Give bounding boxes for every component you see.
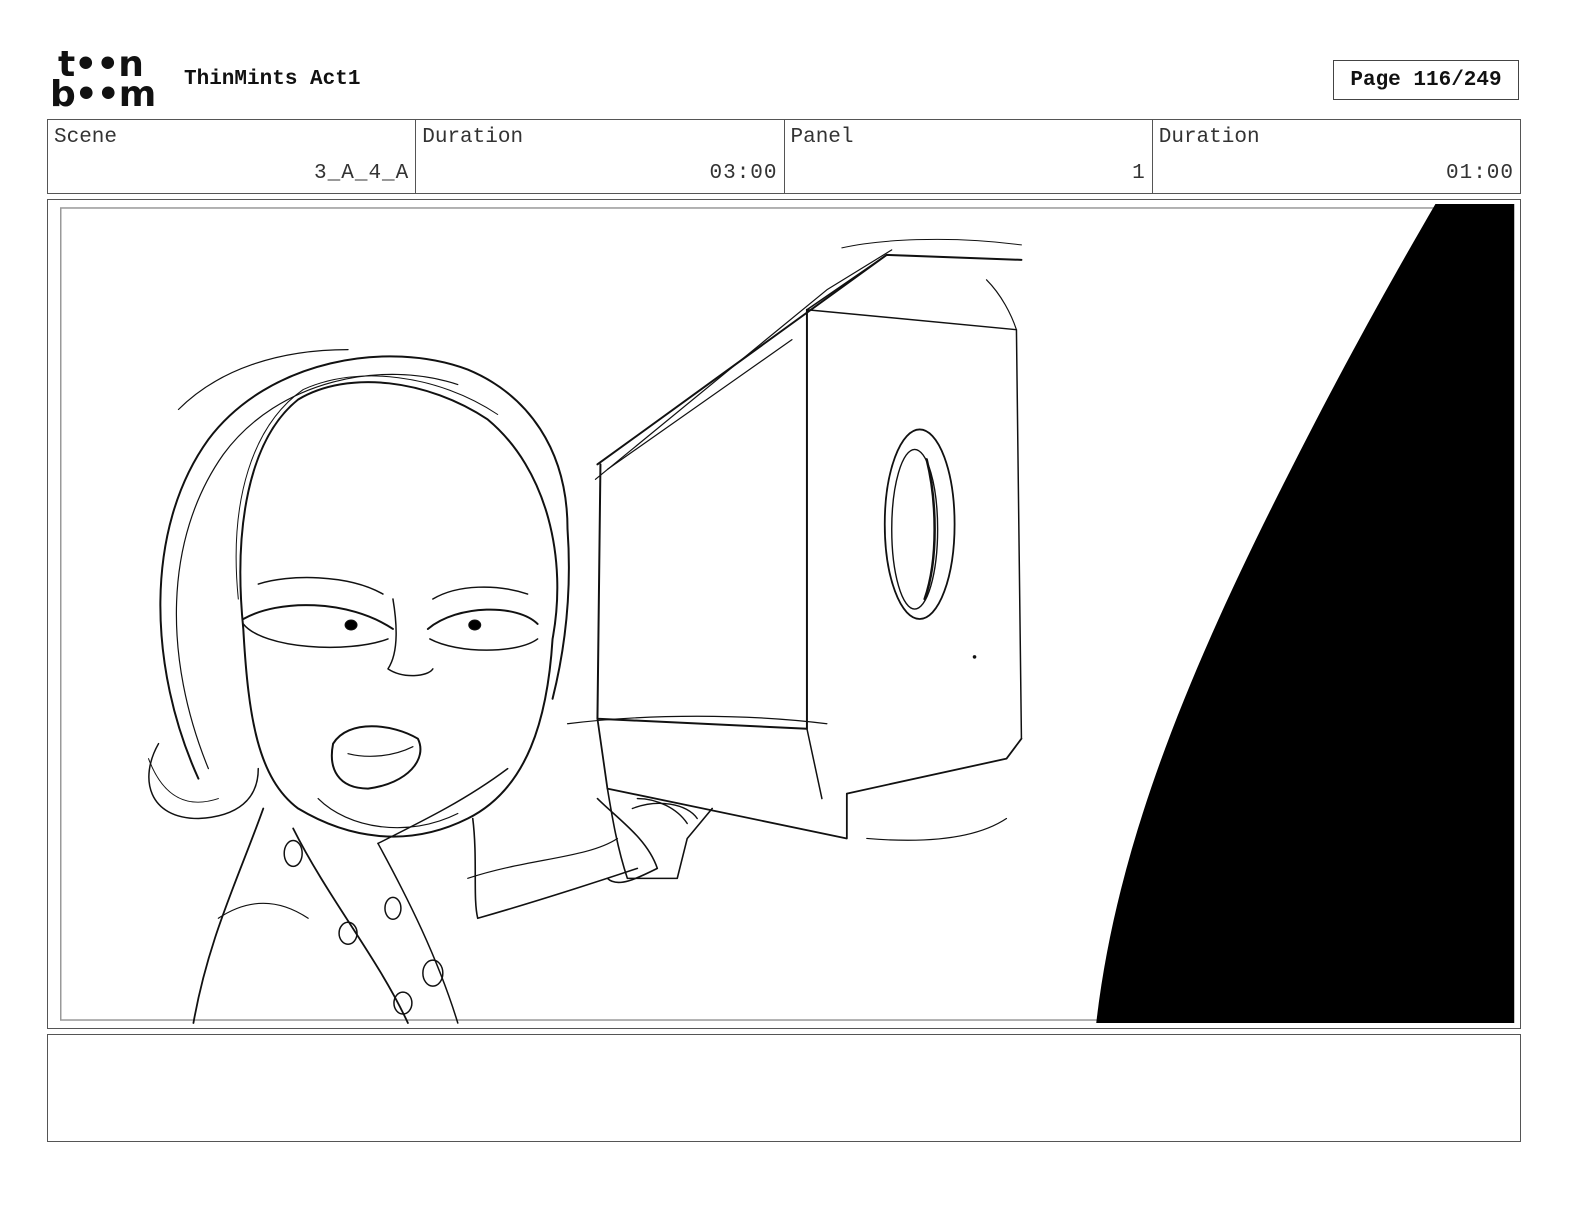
panel-sketch [59,203,1515,1024]
scene-duration-value: 03:00 [709,162,778,185]
panel-label: Panel [790,126,854,149]
panel-notes-box [47,1034,1521,1142]
panel-cell: Panel 1 [785,120,1153,193]
storyboard-panel [47,199,1521,1029]
panel-duration-value: 01:00 [1445,162,1514,185]
panel-duration-label: Duration [1158,126,1260,149]
page-indicator: Page 116/249 [1333,60,1519,100]
scene-label: Scene [54,126,118,149]
toonboom-logo: t••n b••m [50,47,162,115]
gun-sketch [566,238,1023,880]
panel-value: 1 [1132,162,1146,185]
project-title: ThinMints Act1 [184,68,361,91]
logo-line-bottom: b••m [50,74,156,115]
scene-info-table: Scene 3_A_4_A Duration 03:00 Panel 1 Dur… [47,119,1521,194]
scene-value: 3_A_4_A [314,162,410,185]
scene-cell: Scene 3_A_4_A [48,120,417,193]
foreground-silhouette [1096,203,1515,1024]
scene-duration-cell: Duration 03:00 [416,120,785,193]
scene-duration-label: Duration [422,126,524,149]
panel-duration-cell: Duration 01:00 [1153,120,1520,193]
